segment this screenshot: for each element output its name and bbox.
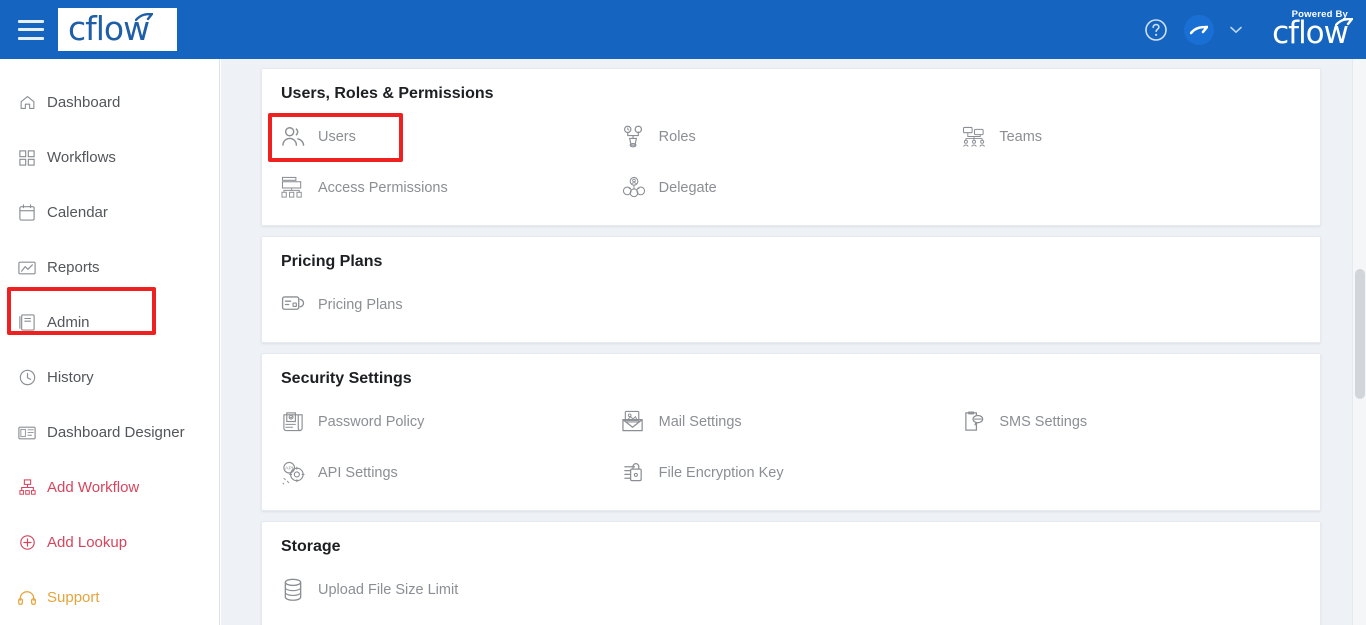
powered-by-cflow: Powered By cflow [1272,10,1353,49]
card-security-settings: Security Settings Password Policy Mail S… [261,353,1321,511]
add-workflow-icon [18,479,36,497]
sidebar-item-label: Add Lookup [47,534,128,551]
dashboard-designer-icon [18,424,36,442]
sidebar-item-add-lookup[interactable]: Add Lookup [0,515,219,570]
app-root: cflow Powered By cflow Dashboard Workflo… [0,0,1366,625]
sidebar-item-label: Support [47,589,100,606]
add-lookup-icon [18,534,36,552]
link-password-policy[interactable]: Password Policy [280,396,621,447]
user-avatar[interactable] [1184,14,1215,45]
sidebar-item-add-workflow[interactable]: Add Workflow [0,460,219,515]
link-upload-file-size-limit[interactable]: Upload File Size Limit [280,564,621,615]
link-label: Pricing Plans [318,296,403,313]
card-link-grid: Users Roles Teams Access Permissions Del… [280,111,1302,213]
admin-book-icon [18,314,36,332]
link-users[interactable]: Users [280,111,621,162]
link-pricing-plans[interactable]: Pricing Plans [280,279,621,330]
sidebar-item-calendar[interactable]: Calendar [0,185,219,240]
credit-card-icon [280,292,306,318]
calendar-icon [18,204,36,222]
main-content: Users, Roles & Permissions Users Roles T… [221,59,1366,625]
card-title: Storage [281,538,341,555]
powered-logo-swoosh-icon [1335,17,1353,26]
sidebar-item-dashboard[interactable]: Dashboard [0,75,219,130]
sidebar-item-label: History [47,369,94,386]
password-policy-icon [280,409,306,435]
link-label: Upload File Size Limit [318,581,459,598]
sidebar-nav: Dashboard Workflows Calendar Reports Adm… [0,59,220,625]
headset-icon [18,589,36,607]
sidebar-item-label: Reports [47,259,100,276]
link-label: Password Policy [318,413,425,430]
sidebar-item-reports[interactable]: Reports [0,240,219,295]
grid-squares-icon [18,149,36,167]
card-storage: Storage Upload File Size Limit [261,521,1321,625]
link-mail-settings[interactable]: Mail Settings [621,396,962,447]
teams-icon [961,124,987,150]
sidebar-item-label: Add Workflow [47,479,140,496]
card-title: Pricing Plans [281,253,383,270]
settings-card-list: Users, Roles & Permissions Users Roles T… [221,59,1366,625]
top-header: cflow Powered By cflow [0,0,1366,59]
link-label: Delegate [658,179,717,196]
link-roles[interactable]: Roles [621,111,962,162]
link-api-settings[interactable]: API API Settings [280,447,621,498]
access-permissions-icon [280,175,306,201]
sidebar-item-label: Calendar [47,204,108,221]
sidebar-item-workflows[interactable]: Workflows [0,130,219,185]
help-circle-icon[interactable] [1144,18,1168,42]
sidebar-item-dashboard-designer[interactable]: Dashboard Designer [0,405,219,460]
header-actions: Powered By cflow [1144,10,1366,49]
file-lock-icon [621,460,647,486]
link-label: File Encryption Key [658,464,784,481]
link-teams[interactable]: Teams [961,111,1302,162]
card-users-roles-permissions: Users, Roles & Permissions Users Roles T… [261,68,1321,226]
link-label: API Settings [318,464,398,481]
link-delegate[interactable]: Delegate [621,162,962,213]
home-icon [18,94,36,112]
card-title: Security Settings [281,370,412,387]
link-sms-settings[interactable]: SMS Settings [961,396,1302,447]
card-link-grid: Pricing Plans [280,279,1302,330]
link-label: Mail Settings [658,413,742,430]
avatar-swoosh-icon [1190,25,1209,34]
sidebar-item-history[interactable]: History [0,350,219,405]
link-label: Teams [999,128,1043,145]
sms-icon [961,409,987,435]
mail-icon [621,409,647,435]
link-file-encryption-key[interactable]: File Encryption Key [621,447,962,498]
users-icon [280,124,306,150]
delegate-icon [621,175,647,201]
link-label: Users [318,128,356,145]
cflow-logo[interactable]: cflow [58,8,178,51]
database-icon [280,577,306,603]
report-chart-icon [18,259,36,277]
sidebar-item-label: Dashboard [47,94,121,111]
link-access-permissions[interactable]: Access Permissions [280,162,621,213]
link-label: SMS Settings [999,413,1088,430]
chevron-down-icon[interactable] [1230,26,1242,34]
sidebar-item-support[interactable]: Support [0,570,219,625]
card-link-grid: Upload File Size Limit [280,564,1302,615]
link-label: Access Permissions [318,179,448,196]
logo-swoosh-icon [135,13,154,22]
card-pricing-plans: Pricing Plans Pricing Plans [261,236,1321,343]
card-link-grid: Password Policy Mail Settings SMS Settin… [280,396,1302,498]
vertical-scrollbar[interactable] [1352,59,1366,625]
card-title: Users, Roles & Permissions [281,85,494,102]
clock-history-icon [18,369,36,387]
api-icon: API [280,460,306,486]
sidebar-item-label: Admin [47,314,90,331]
sidebar-item-label: Dashboard Designer [47,424,185,441]
link-label: Roles [658,128,696,145]
scrollbar-thumb[interactable] [1355,269,1365,399]
hamburger-icon[interactable] [18,19,44,40]
sidebar-item-admin[interactable]: Admin [0,295,219,350]
sidebar-item-label: Workflows [47,149,116,166]
roles-icon [621,124,647,150]
